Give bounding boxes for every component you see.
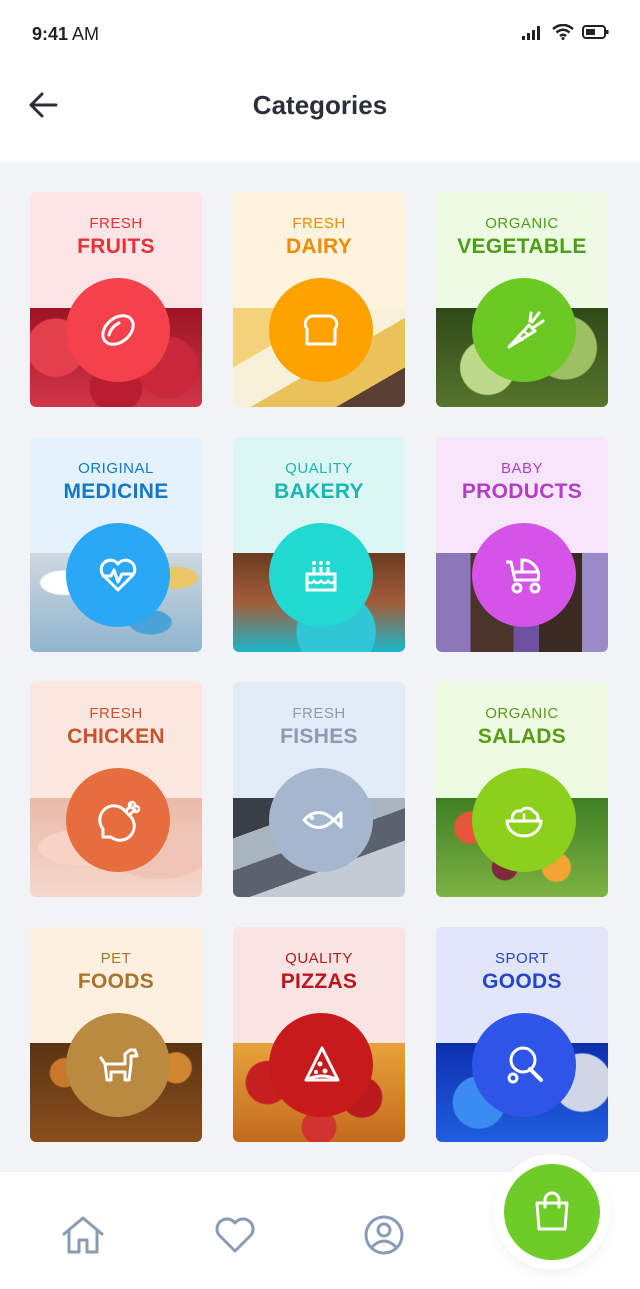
cart-button[interactable] — [504, 1164, 600, 1260]
category-icon-circle — [472, 1013, 576, 1117]
lemon-icon — [101, 314, 135, 346]
nav-favorites[interactable] — [210, 1210, 260, 1260]
category-card-bakery[interactable]: QUALITY BAKERY — [233, 437, 405, 652]
salad-bowl-icon — [505, 806, 543, 838]
fish-icon — [302, 811, 343, 829]
home-icon — [62, 1216, 104, 1254]
category-icon-circle — [472, 278, 576, 382]
dog-icon — [99, 1048, 139, 1082]
category-subtitle: SPORT — [495, 950, 549, 967]
category-card-fishes[interactable]: FRESH FISHES — [233, 682, 405, 897]
category-icon-circle — [66, 1013, 170, 1117]
category-subtitle: FRESH — [89, 215, 143, 232]
category-subtitle: QUALITY — [285, 460, 353, 477]
category-title: PRODUCTS — [461, 480, 583, 503]
header: Categories — [0, 70, 640, 162]
category-icon-circle — [66, 768, 170, 872]
stroller-icon — [506, 558, 541, 594]
battery-icon — [582, 25, 609, 39]
pizza-icon — [304, 1046, 340, 1082]
category-card-fruits[interactable]: FRESH FRUITS — [30, 192, 202, 407]
category-card-vegetable[interactable]: ORGANIC VEGETABLE — [436, 192, 608, 407]
category-card-chicken[interactable]: FRESH CHICKEN — [30, 682, 202, 897]
category-card-pizzas[interactable]: QUALITY PIZZAS — [233, 927, 405, 1142]
heart-icon — [215, 1217, 255, 1253]
nav-profile[interactable] — [359, 1210, 409, 1260]
category-subtitle: ORGANIC — [485, 705, 559, 722]
category-title: BAKERY — [274, 480, 364, 503]
category-title: PIZZAS — [280, 970, 358, 993]
category-card-foods[interactable]: PET FOODS — [30, 927, 202, 1142]
category-card-goods[interactable]: SPORT GOODS — [436, 927, 608, 1142]
category-title: FOODS — [77, 970, 155, 993]
category-subtitle: FRESH — [292, 705, 346, 722]
category-subtitle: ORGANIC — [485, 215, 559, 232]
bread-icon — [303, 314, 339, 346]
signal-icon — [522, 26, 540, 40]
category-subtitle: ORIGINAL — [78, 460, 154, 477]
category-icon-circle — [269, 768, 373, 872]
category-subtitle: BABY — [500, 460, 544, 477]
category-icon-circle — [472, 768, 576, 872]
category-title: CHICKEN — [67, 725, 165, 748]
category-title: DAIRY — [285, 235, 353, 258]
category-icon-circle — [269, 278, 373, 382]
wifi-icon — [552, 24, 574, 40]
category-icon-circle — [269, 523, 373, 627]
category-subtitle: PET — [100, 950, 132, 967]
category-subtitle: FRESH — [89, 705, 143, 722]
status-icons — [522, 24, 610, 40]
category-card-products[interactable]: BABY PRODUCTS — [436, 437, 608, 652]
category-title: VEGETABLE — [457, 235, 587, 258]
category-subtitle: QUALITY — [285, 950, 353, 967]
category-title: SALADS — [477, 725, 567, 748]
shopping-bag-icon — [535, 1191, 569, 1231]
category-card-dairy[interactable]: FRESH DAIRY — [233, 192, 405, 407]
category-card-salads[interactable]: ORGANIC SALADS — [436, 682, 608, 897]
chicken-leg-icon — [98, 800, 141, 842]
status-time: 9:41 AM — [32, 24, 100, 44]
cake-icon — [305, 561, 337, 592]
nav-home[interactable] — [58, 1210, 108, 1260]
ping-pong-icon — [507, 1046, 543, 1084]
carrot-icon — [507, 311, 545, 349]
category-icon-circle — [66, 278, 170, 382]
heartbeat-icon — [99, 558, 137, 592]
category-subtitle: FRESH — [292, 215, 346, 232]
page-title: Categories — [252, 90, 388, 120]
user-icon — [364, 1215, 404, 1255]
category-icon-circle — [66, 523, 170, 627]
category-title: FISHES — [280, 725, 358, 748]
category-icon-circle — [472, 523, 576, 627]
status-bar: 9:41 AM — [0, 0, 640, 70]
category-icon-circle — [269, 1013, 373, 1117]
category-title: GOODS — [482, 970, 562, 993]
category-card-medicine[interactable]: ORIGINAL MEDICINE — [30, 437, 202, 652]
category-title: MEDICINE — [63, 480, 169, 503]
category-title: FRUITS — [77, 235, 155, 258]
